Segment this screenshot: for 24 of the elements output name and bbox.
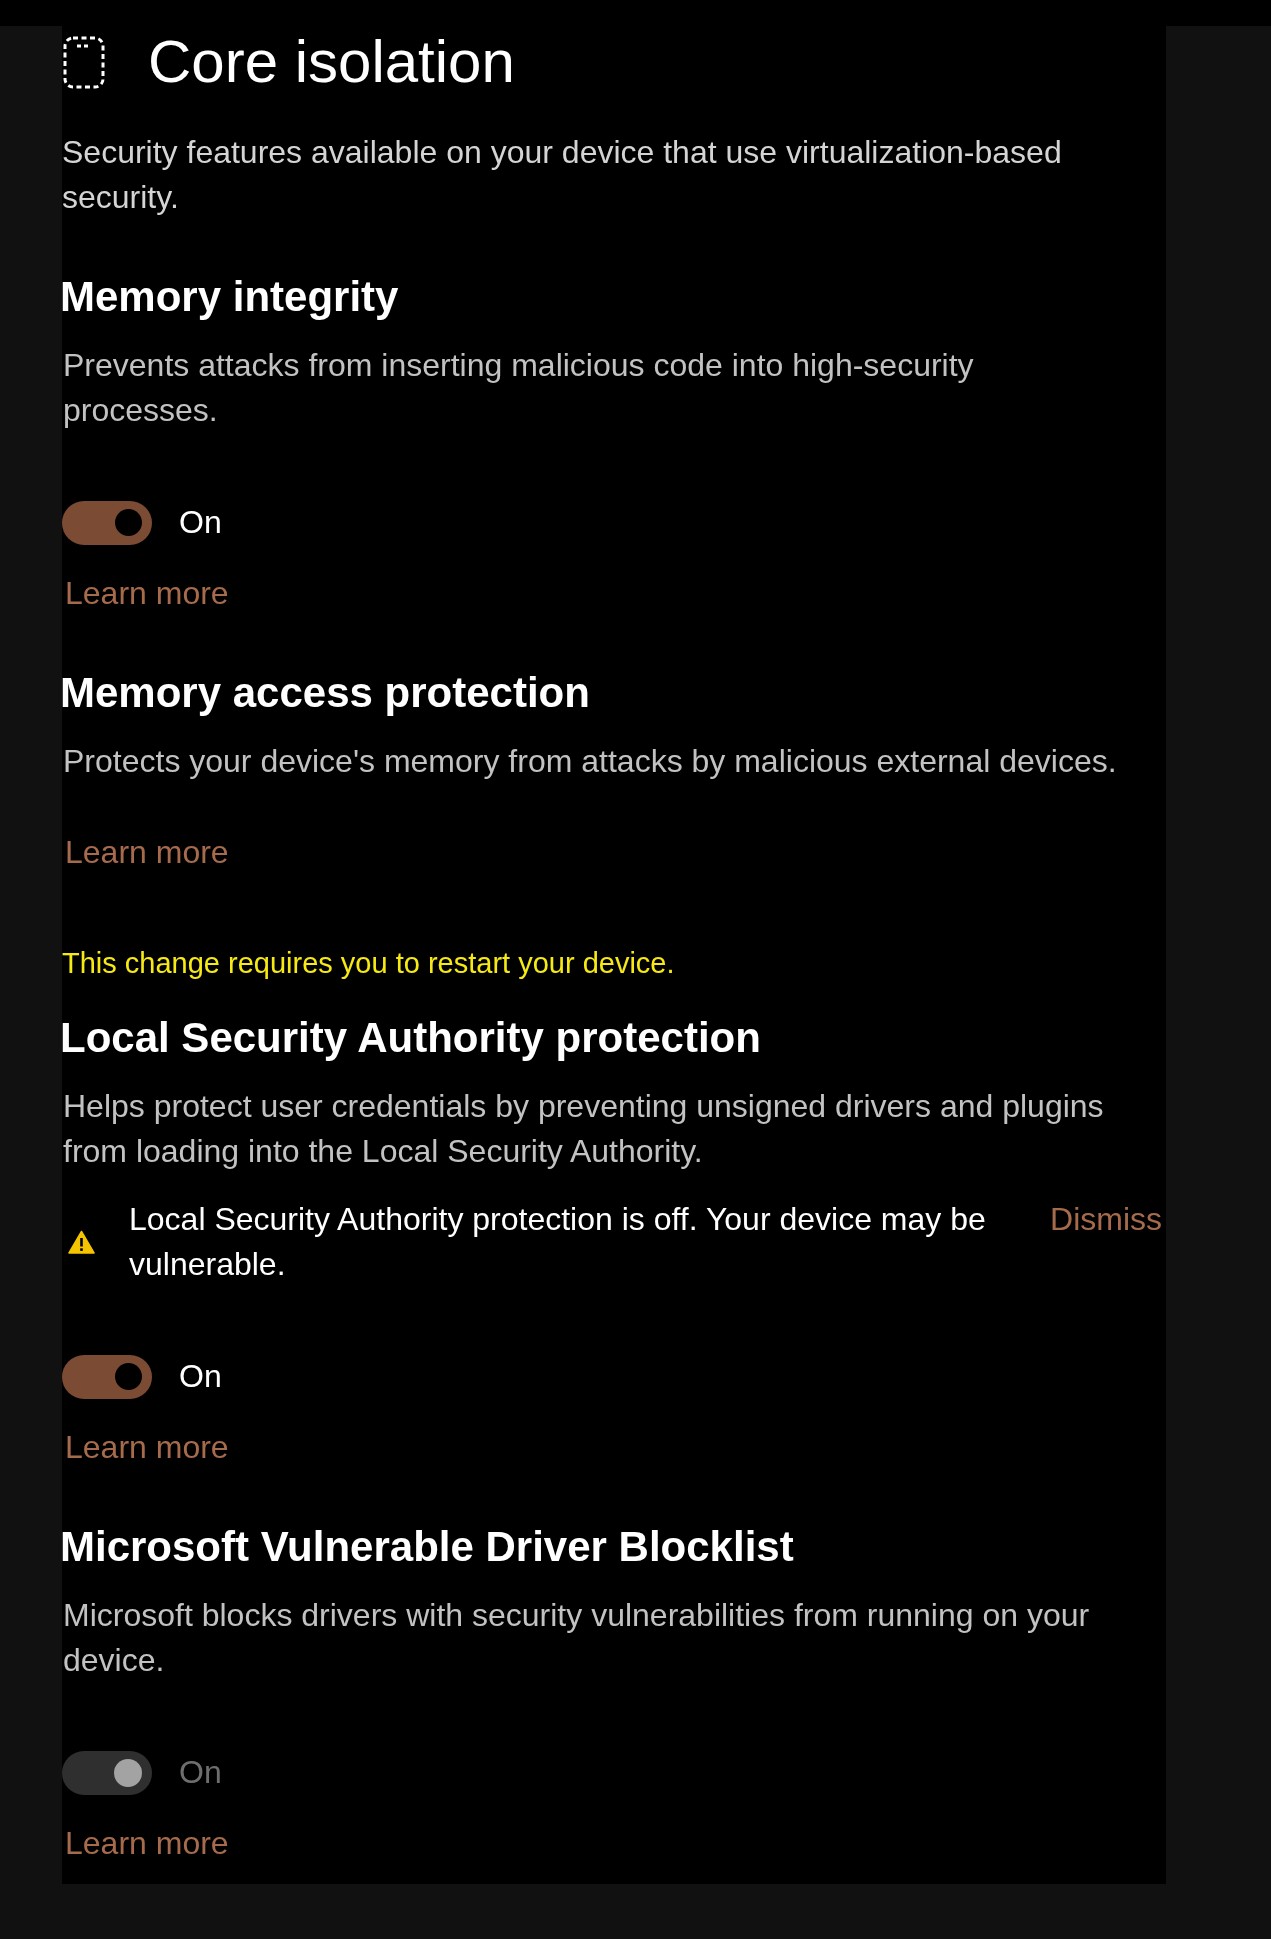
dashed-phone-icon (63, 35, 105, 89)
warning-message: Local Security Authority protection is off. Your device may be vulnerable. (129, 1200, 987, 1284)
toggle-switch[interactable] (62, 500, 152, 545)
learn-more-link[interactable]: Learn more (65, 830, 229, 875)
section-heading: Memory integrity (60, 272, 399, 322)
page-title: Core isolation (148, 27, 515, 97)
learn-more-link[interactable]: Learn more (65, 1425, 229, 1470)
section-description: Prevents attacks from inserting malicious code into high-security processes. (63, 346, 975, 430)
warning-icon (68, 1230, 95, 1254)
dismiss-link[interactable]: Dismiss (1050, 1197, 1162, 1242)
section-description: Helps protect user credentials by preventing unsigned drivers and plugins from loading into the Local Security Authority. (63, 1087, 1105, 1171)
section-heading: Local Security Authority protection (60, 1013, 761, 1063)
section-heading: Microsoft Vulnerable Driver Blocklist (60, 1522, 794, 1572)
toggle-state-label: On (179, 503, 222, 542)
page-description: Security features available on your device that use virtualization-based security. (62, 133, 1063, 217)
restart-notice: This change requires you to restart your device. (62, 946, 675, 981)
toggle-switch[interactable] (62, 1354, 152, 1399)
learn-more-link[interactable]: Learn more (65, 1821, 229, 1866)
section-heading: Memory access protection (60, 668, 590, 718)
learn-more-link[interactable]: Learn more (65, 571, 229, 616)
toggle-state-label: On (179, 1753, 222, 1792)
toggle-state-label: On (179, 1357, 222, 1396)
section-description: Protects your device's memory from attacks by malicious external devices. (63, 742, 1118, 781)
section-description: Microsoft blocks drivers with security vulnerabilities from running on your device. (63, 1596, 1091, 1680)
